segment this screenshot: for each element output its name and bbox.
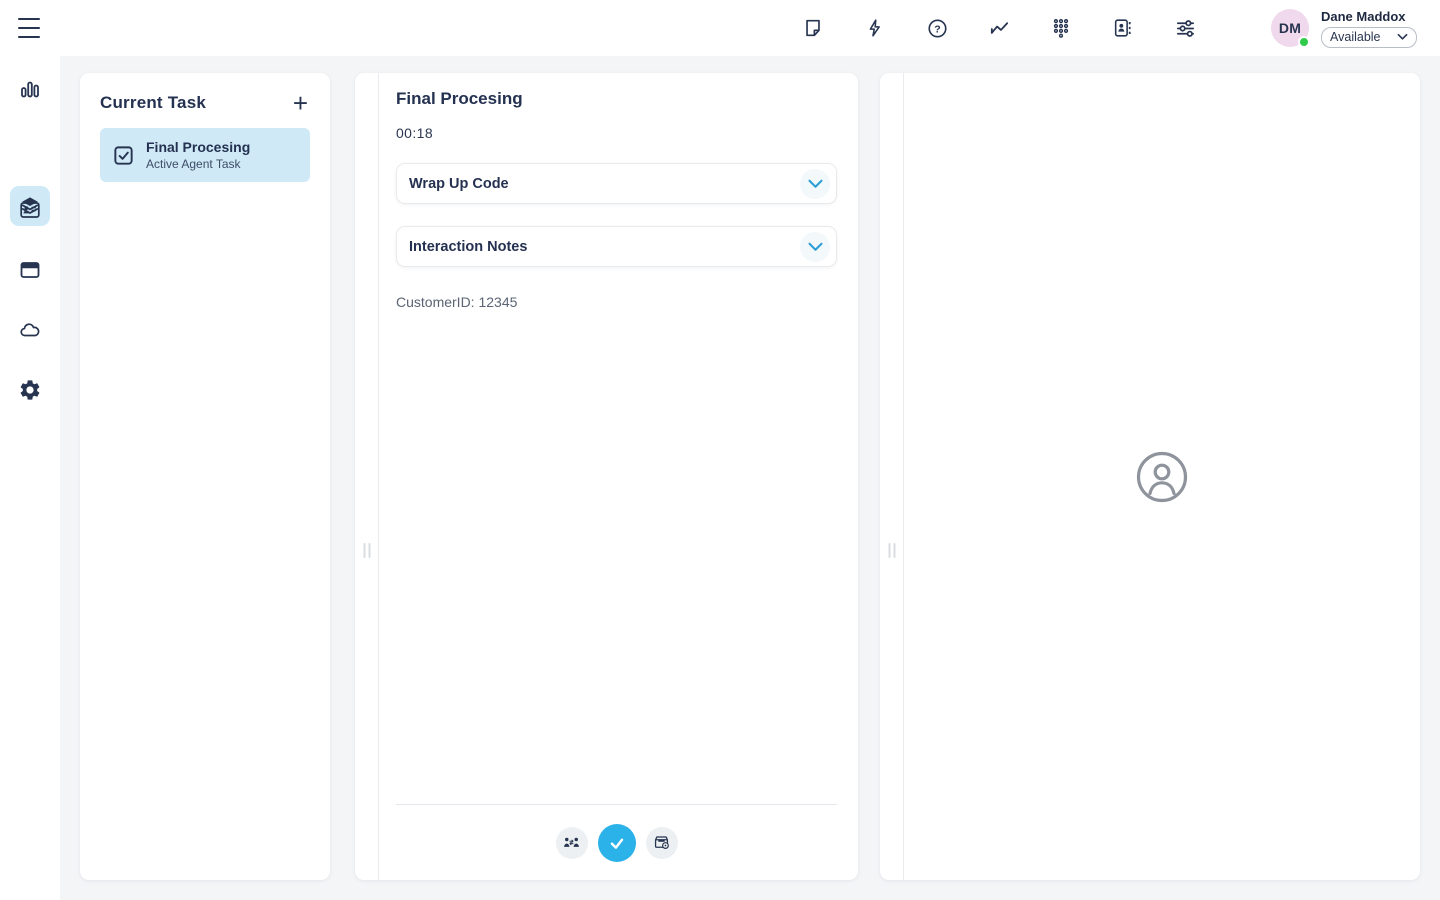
sidebar-item-settings[interactable] xyxy=(18,378,42,402)
performance-button[interactable] xyxy=(987,16,1011,40)
dialpad-button[interactable] xyxy=(1049,16,1073,40)
user-area: DM Dane Maddox Available xyxy=(1271,9,1417,48)
dialpad-icon xyxy=(1050,17,1072,39)
hamburger-icon xyxy=(18,18,40,20)
user-name: Dane Maddox xyxy=(1321,9,1417,24)
complete-task-button[interactable] xyxy=(598,824,636,862)
presence-dot xyxy=(1298,36,1310,48)
wrap-up-code-label: Wrap Up Code xyxy=(409,176,509,192)
interaction-notes-accordion[interactable]: Interaction Notes xyxy=(396,226,837,267)
task-detail-panel: Final Procesing 00:18 Wrap Up Code Inter… xyxy=(355,73,858,880)
sliders-icon xyxy=(1174,17,1197,40)
checkbox-checked-icon xyxy=(112,144,135,167)
park-box-icon xyxy=(652,833,671,852)
contacts-button[interactable] xyxy=(1111,16,1135,40)
detail-title: Final Procesing xyxy=(396,89,837,109)
interaction-panel-gutter xyxy=(880,73,904,880)
contact-card-icon xyxy=(1112,17,1134,39)
contact-card-icon xyxy=(18,198,42,222)
task-timer: 00:18 xyxy=(396,125,837,141)
topbar: ? xyxy=(0,0,1440,56)
tasks-panel-title: Current Task xyxy=(100,93,206,113)
chevron-down-icon xyxy=(807,241,824,253)
help-button[interactable]: ? xyxy=(925,16,949,40)
interaction-notes-label: Interaction Notes xyxy=(409,239,527,255)
bar-chart-icon xyxy=(18,78,42,102)
hamburger-menu-button[interactable] xyxy=(18,18,44,38)
sticky-note-icon xyxy=(802,17,824,39)
sidebar-item-contacts[interactable] xyxy=(18,198,42,222)
status-dropdown[interactable]: Available xyxy=(1321,27,1417,48)
resize-handle[interactable] xyxy=(363,543,370,558)
add-task-button[interactable]: + xyxy=(291,93,310,113)
preferences-button[interactable] xyxy=(1173,16,1197,40)
interaction-panel xyxy=(880,73,1420,880)
detail-panel-content: Final Procesing 00:18 Wrap Up Code Inter… xyxy=(379,73,858,880)
park-task-button[interactable] xyxy=(646,827,678,859)
task-item-title: Final Procesing xyxy=(146,139,250,155)
resize-handle[interactable] xyxy=(888,543,895,558)
task-item-subtitle: Active Agent Task xyxy=(146,157,250,171)
wrap-up-code-accordion[interactable]: Wrap Up Code xyxy=(396,163,837,204)
performance-chart-icon xyxy=(988,17,1011,40)
chevron-down-icon xyxy=(807,178,824,190)
sidebar-item-cloud[interactable] xyxy=(18,318,42,342)
notes-button[interactable] xyxy=(801,16,825,40)
customer-id-text: CustomerID: 12345 xyxy=(396,294,837,310)
detail-footer xyxy=(396,804,837,880)
current-task-panel: Current Task + Final Procesing Active Ag… xyxy=(80,73,330,880)
lightning-icon xyxy=(864,17,886,39)
cloud-icon xyxy=(18,318,42,342)
tasks-panel-header: Current Task + xyxy=(100,93,310,113)
left-rail xyxy=(0,56,60,900)
detail-panel-gutter xyxy=(355,73,379,880)
status-value: Available xyxy=(1330,30,1381,44)
svg-text:?: ? xyxy=(934,23,940,35)
chevron-down-icon xyxy=(1397,33,1408,41)
sidebar-item-apps[interactable] xyxy=(18,258,42,282)
transfer-button[interactable] xyxy=(556,827,588,859)
person-circle-placeholder-icon xyxy=(1134,449,1190,505)
avatar-initials: DM xyxy=(1279,20,1301,36)
user-info: Dane Maddox Available xyxy=(1321,9,1417,48)
checkmark-icon xyxy=(606,832,628,854)
avatar[interactable]: DM xyxy=(1271,9,1309,47)
browser-window-icon xyxy=(18,258,42,282)
topbar-actions: ? xyxy=(801,9,1417,48)
interaction-panel-content xyxy=(904,73,1420,880)
help-icon: ? xyxy=(926,17,949,40)
transfer-icon xyxy=(562,833,581,852)
task-list-item[interactable]: Final Procesing Active Agent Task xyxy=(100,128,310,182)
gear-icon xyxy=(18,378,42,402)
sidebar-item-stats[interactable] xyxy=(18,78,42,102)
quick-actions-button[interactable] xyxy=(863,16,887,40)
